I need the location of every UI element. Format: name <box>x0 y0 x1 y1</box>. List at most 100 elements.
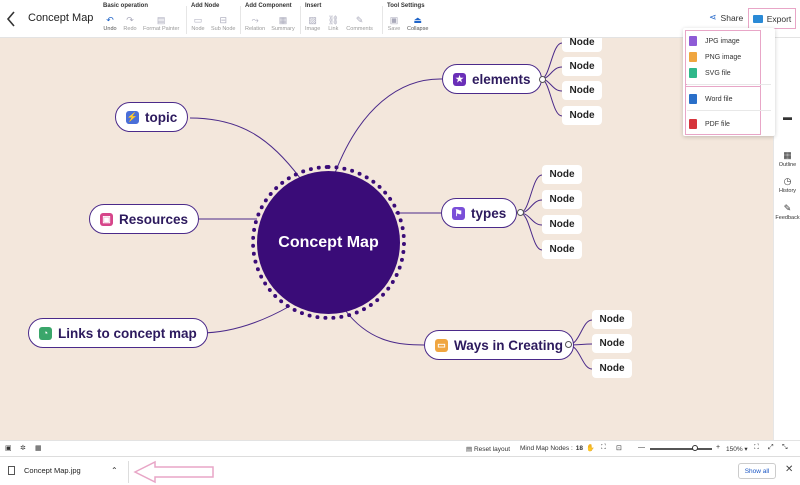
child-node[interactable]: Node <box>542 240 582 259</box>
undo-button[interactable]: ↶ Undo <box>103 15 117 32</box>
zoom-slider-handle[interactable] <box>691 445 698 451</box>
menu-divider <box>687 84 771 85</box>
downloaded-file[interactable]: Concept Map.jpg <box>8 466 81 475</box>
insert-comments-button[interactable]: ✎ Comments <box>346 15 373 32</box>
collapse-button[interactable]: ⏏ Collapse <box>407 15 428 32</box>
option-label: SVG file <box>705 69 731 77</box>
child-node[interactable]: Node <box>562 106 602 125</box>
export-pdf-option[interactable]: PDF file <box>689 119 730 129</box>
add-node-button[interactable]: ▭ Node <box>191 15 205 32</box>
node-icon: ▭ <box>193 15 203 25</box>
export-word-option[interactable]: Word file <box>689 94 733 104</box>
insert-link-button[interactable]: ⛓ Link <box>326 15 340 32</box>
sub-node-label: Sub Node <box>211 26 236 32</box>
toolbar-group-label: Basic operation <box>103 3 149 9</box>
toolbar-group-tool-settings: Tool Settings ▣ Save ⏏ Collapse <box>387 3 434 37</box>
chevron-left-icon[interactable] <box>5 9 17 29</box>
export-jpg-option[interactable]: JPG image <box>689 36 740 46</box>
topic-node-topic[interactable]: ⚡ topic <box>115 102 189 132</box>
zoom-in-icon[interactable]: + <box>716 444 720 451</box>
mind-map-canvas[interactable]: Concept Map ★ elements ⚡ topic ▣ Resourc… <box>0 38 773 440</box>
minimize-icon[interactable]: ⤡ <box>782 444 788 452</box>
download-bar: Concept Map.jpg ⌃ Show all ✕ <box>0 456 800 485</box>
save-button[interactable]: ▣ Save <box>387 15 401 32</box>
collapse-toggle[interactable] <box>539 76 546 83</box>
toolbar-divider <box>300 6 301 34</box>
collapse-toggle[interactable] <box>517 209 524 216</box>
child-node[interactable]: Node <box>562 57 602 76</box>
monitor-icon: ▭ <box>435 338 448 352</box>
sidebar-item-label: Feedback <box>775 215 800 221</box>
topic-label: Resources <box>119 211 189 227</box>
relation-label: Relation <box>245 26 266 32</box>
summary-icon: ▦ <box>278 15 288 25</box>
export-button[interactable]: Export <box>748 8 796 29</box>
add-sub-node-button[interactable]: ⊟ Sub Node <box>211 15 235 32</box>
option-label: PDF file <box>705 120 730 128</box>
share-button[interactable]: ⋖ Share <box>709 12 743 23</box>
link-icon: ⛓ <box>327 15 340 25</box>
child-node[interactable]: Node <box>562 81 602 100</box>
fit-screen-icon[interactable]: ⛶ <box>754 444 759 452</box>
sidebar-item-partial[interactable]: ▬ <box>774 112 800 122</box>
zoom-level[interactable]: 150% ▾ <box>726 445 748 453</box>
relation-button[interactable]: ⤳ Relation <box>245 15 265 32</box>
close-icon[interactable]: ✕ <box>785 464 793 475</box>
jpg-file-icon <box>689 36 697 46</box>
export-svg-option[interactable]: SVG file <box>689 68 731 78</box>
reset-layout-button[interactable]: ▤ Reset layout <box>466 445 510 453</box>
sidebar-item-history[interactable]: ◷ History <box>774 176 800 194</box>
save-label: Save <box>387 26 401 32</box>
summary-button[interactable]: ▦ Summary <box>271 15 295 32</box>
topic-node-ways-in-creating[interactable]: ▭ Ways in Creating <box>424 330 575 360</box>
topic-node-resources[interactable]: ▣ Resources <box>89 204 200 234</box>
collapse-toggle[interactable] <box>565 341 572 348</box>
arrow-left-icon <box>133 460 214 484</box>
chevron-up-icon[interactable]: ⌃ <box>111 466 118 475</box>
hand-icon[interactable]: ✋ <box>586 444 595 452</box>
history-icon: ◷ <box>783 176 792 186</box>
redo-button[interactable]: ↷ Redo <box>123 15 137 32</box>
toolbar-group-label: Insert <box>305 3 322 9</box>
topic-node-links-to-concept-map[interactable]: ◔ Links to concept map <box>28 318 208 348</box>
settings-icon[interactable]: ✲ <box>20 444 26 452</box>
child-node[interactable]: Node <box>542 215 582 234</box>
child-node[interactable]: Node <box>592 334 632 353</box>
link-label: Link <box>328 26 339 32</box>
format-painter-label: Format Painter <box>143 26 180 32</box>
download-divider <box>128 461 129 483</box>
show-all-button[interactable]: Show all <box>738 463 776 479</box>
child-node[interactable]: Node <box>562 38 602 52</box>
insert-image-button[interactable]: ▨ Image <box>305 15 320 32</box>
partial-icon: ▬ <box>783 112 792 122</box>
central-topic[interactable]: Concept Map <box>257 171 400 314</box>
child-node[interactable]: Node <box>542 165 582 184</box>
layout-icon[interactable]: ▣ <box>5 444 12 452</box>
expand-icon[interactable]: ⤢ <box>768 444 774 452</box>
fit-icon[interactable]: ⊡ <box>616 444 622 452</box>
collapse-label: Collapse <box>407 26 429 32</box>
child-node[interactable]: Node <box>542 190 582 209</box>
svg-file-icon <box>689 68 697 78</box>
undo-label: Undo <box>103 26 117 32</box>
zoom-slider[interactable] <box>650 445 712 451</box>
child-node[interactable]: Node <box>592 359 632 378</box>
format-painter-button[interactable]: ▤ Format Painter <box>143 15 179 32</box>
topic-label: elements <box>472 71 531 87</box>
topic-node-types[interactable]: ⚑ types <box>441 198 518 228</box>
grid-icon[interactable]: ▦ <box>35 444 42 452</box>
sidebar-item-feedback[interactable]: ✎ Feedback <box>774 203 800 221</box>
zoom-out-icon[interactable]: — <box>638 444 645 451</box>
pdf-file-icon <box>689 119 697 129</box>
toolbar-divider <box>382 6 383 34</box>
collapse-icon: ⏏ <box>413 15 422 25</box>
export-png-option[interactable]: PNG image <box>689 52 741 62</box>
relation-icon: ⤳ <box>251 15 259 25</box>
sidebar-item-outline[interactable]: ▦ Outline <box>774 150 800 168</box>
reset-layout-label: Reset layout <box>473 446 511 453</box>
child-node[interactable]: Node <box>592 310 632 329</box>
image-icon: ▨ <box>308 15 317 25</box>
toolbar-group-add-node: Add Node ▭ Node ⊟ Sub Node <box>191 3 241 37</box>
fullscreen-icon[interactable]: ⛶ <box>601 444 606 452</box>
topic-node-elements[interactable]: ★ elements <box>442 64 542 94</box>
